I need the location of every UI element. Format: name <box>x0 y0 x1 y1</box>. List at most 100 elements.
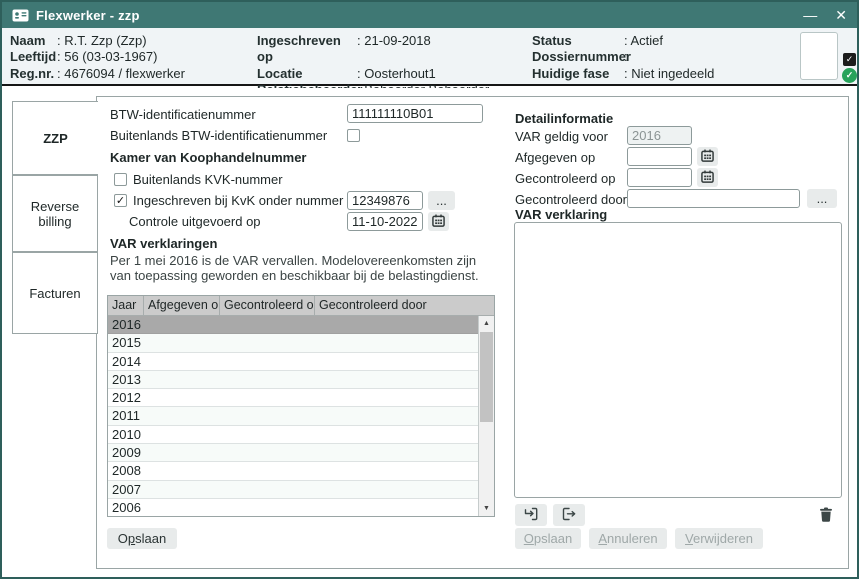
app-window: Flexwerker - zzp — ✕ NaamR.T. Zzp (Zzp) … <box>0 0 859 579</box>
table-cell <box>315 407 474 424</box>
table-save-button[interactable]: Opslaan <box>107 528 177 549</box>
table-row[interactable]: 2007 <box>108 481 478 499</box>
table-cell <box>144 462 220 479</box>
table-cell <box>220 334 315 351</box>
afgegeven-op-input[interactable] <box>627 147 692 166</box>
btw-label: BTW-identificatienummer <box>110 107 256 122</box>
gecontroleerd-op-calendar-button[interactable] <box>697 168 718 187</box>
column-header-gecontroleerd-door[interactable]: Gecontroleerd door <box>315 296 478 315</box>
person-header: NaamR.T. Zzp (Zzp) Leeftijd56 (03-03-196… <box>2 28 857 86</box>
field-label: Dossiernummer <box>532 49 624 65</box>
table-scrollbar[interactable]: ▲ ▼ <box>478 316 494 516</box>
detail-cancel-button[interactable]: Annuleren <box>589 528 667 549</box>
table-row[interactable]: 2013 <box>108 371 478 389</box>
trash-icon <box>819 507 833 525</box>
column-header-afgegeven-op[interactable]: Afgegeven op <box>144 296 220 315</box>
photo-placeholder[interactable] <box>800 32 838 80</box>
table-cell: 2007 <box>108 481 144 498</box>
kvk-registered-checkbox[interactable]: ✓ <box>114 194 127 207</box>
detail-delete-button[interactable]: Verwijderen <box>675 528 763 549</box>
controle-label: Controle uitgevoerd op <box>129 214 261 229</box>
kvk-section-title: Kamer van Koophandelnummer <box>110 150 307 165</box>
export-icon <box>561 507 577 524</box>
export-var-button[interactable] <box>553 504 585 526</box>
tab-zzp[interactable]: ZZP <box>12 101 98 175</box>
table-cell <box>144 444 220 461</box>
scroll-up-icon[interactable]: ▲ <box>479 316 494 331</box>
column-header-gecontroleerd-op[interactable]: Gecontroleerd op <box>220 296 315 315</box>
controle-date-input[interactable] <box>347 212 423 231</box>
import-icon <box>523 507 539 524</box>
window-title: Flexwerker - zzp <box>36 8 140 23</box>
table-cell <box>315 389 474 406</box>
detail-save-button[interactable]: Opslaan <box>515 528 581 549</box>
var-verklaring-textarea[interactable] <box>514 222 842 498</box>
afgegeven-op-calendar-button[interactable] <box>697 147 718 166</box>
table-cell: 2016 <box>108 316 144 333</box>
foreign-kvk-checkbox[interactable] <box>114 173 127 186</box>
table-row[interactable]: 2012 <box>108 389 478 407</box>
table-cell <box>144 371 220 388</box>
kvk-number-input[interactable] <box>347 191 423 210</box>
table-row[interactable]: 2006 <box>108 499 478 516</box>
kvk-registered-label: Ingeschreven bij KvK onder nummer <box>133 193 343 208</box>
table-cell <box>220 462 315 479</box>
btw-input[interactable] <box>347 104 483 123</box>
table-row[interactable]: 2016 <box>108 316 478 334</box>
table-cell <box>220 407 315 424</box>
field-label: Reg.nr. <box>10 66 57 82</box>
field-label: Ingeschreven op <box>257 33 357 66</box>
table-cell <box>144 481 220 498</box>
table-cell <box>315 316 474 333</box>
field-value: Niet ingedeeld <box>624 66 714 82</box>
delete-verklaring-button[interactable] <box>815 506 837 526</box>
table-cell: 2009 <box>108 444 144 461</box>
status-ok-check-icon: ✓ <box>842 68 857 83</box>
minimize-icon[interactable]: — <box>803 8 817 22</box>
column-header-jaar[interactable]: Jaar <box>108 296 144 315</box>
gecontroleerd-door-label: Gecontroleerd door <box>515 192 627 207</box>
table-row[interactable]: 2008 <box>108 462 478 480</box>
var-note: Per 1 mei 2016 is de VAR vervallen. Mode… <box>110 254 492 283</box>
scroll-down-icon[interactable]: ▼ <box>479 501 494 516</box>
field-label: Huidige fase <box>532 66 624 82</box>
field-value: 56 (03-03-1967) <box>57 49 157 65</box>
calendar-icon <box>701 149 714 165</box>
table-row[interactable]: 2014 <box>108 353 478 371</box>
field-value: 21-09-2018 <box>357 33 431 66</box>
foreign-btw-checkbox[interactable] <box>347 129 360 142</box>
gecontroleerd-door-lookup-button[interactable]: ... <box>807 189 837 208</box>
table-row[interactable]: 2011 <box>108 407 478 425</box>
tab-facturen[interactable]: Facturen <box>12 252 98 334</box>
gecontroleerd-op-label: Gecontroleerd op <box>515 171 615 186</box>
field-value: Actief <box>624 33 663 49</box>
header-checkbox-checked-icon[interactable]: ✓ <box>843 53 856 66</box>
table-cell <box>144 407 220 424</box>
table-cell <box>220 353 315 370</box>
table-cell: 2010 <box>108 426 144 443</box>
detail-title: Detailinformatie <box>515 111 613 126</box>
field-label: Naam <box>10 33 57 49</box>
table-cell <box>315 462 474 479</box>
field-label: Status <box>532 33 624 49</box>
table-cell <box>220 444 315 461</box>
table-row[interactable]: 2010 <box>108 426 478 444</box>
table-row[interactable]: 2009 <box>108 444 478 462</box>
gecontroleerd-op-input[interactable] <box>627 168 692 187</box>
import-var-button[interactable] <box>515 504 547 526</box>
controle-calendar-button[interactable] <box>428 212 449 231</box>
field-label: Locatie <box>257 66 357 82</box>
field-value: Oosterhout1 <box>357 66 436 82</box>
scrollbar-thumb[interactable] <box>480 332 493 422</box>
table-cell: 2006 <box>108 499 144 516</box>
kvk-lookup-button[interactable]: ... <box>428 191 455 210</box>
close-icon[interactable]: ✕ <box>835 8 847 22</box>
table-cell <box>220 426 315 443</box>
tab-reverse-billing[interactable]: Reverse billing <box>12 175 98 252</box>
flexwerker-card-icon <box>12 9 29 22</box>
table-row[interactable]: 2015 <box>108 334 478 352</box>
table-cell <box>315 481 474 498</box>
gecontroleerd-door-input[interactable] <box>627 189 800 208</box>
table-cell: 2013 <box>108 371 144 388</box>
field-value: 4676094 / flexwerker <box>57 66 185 82</box>
